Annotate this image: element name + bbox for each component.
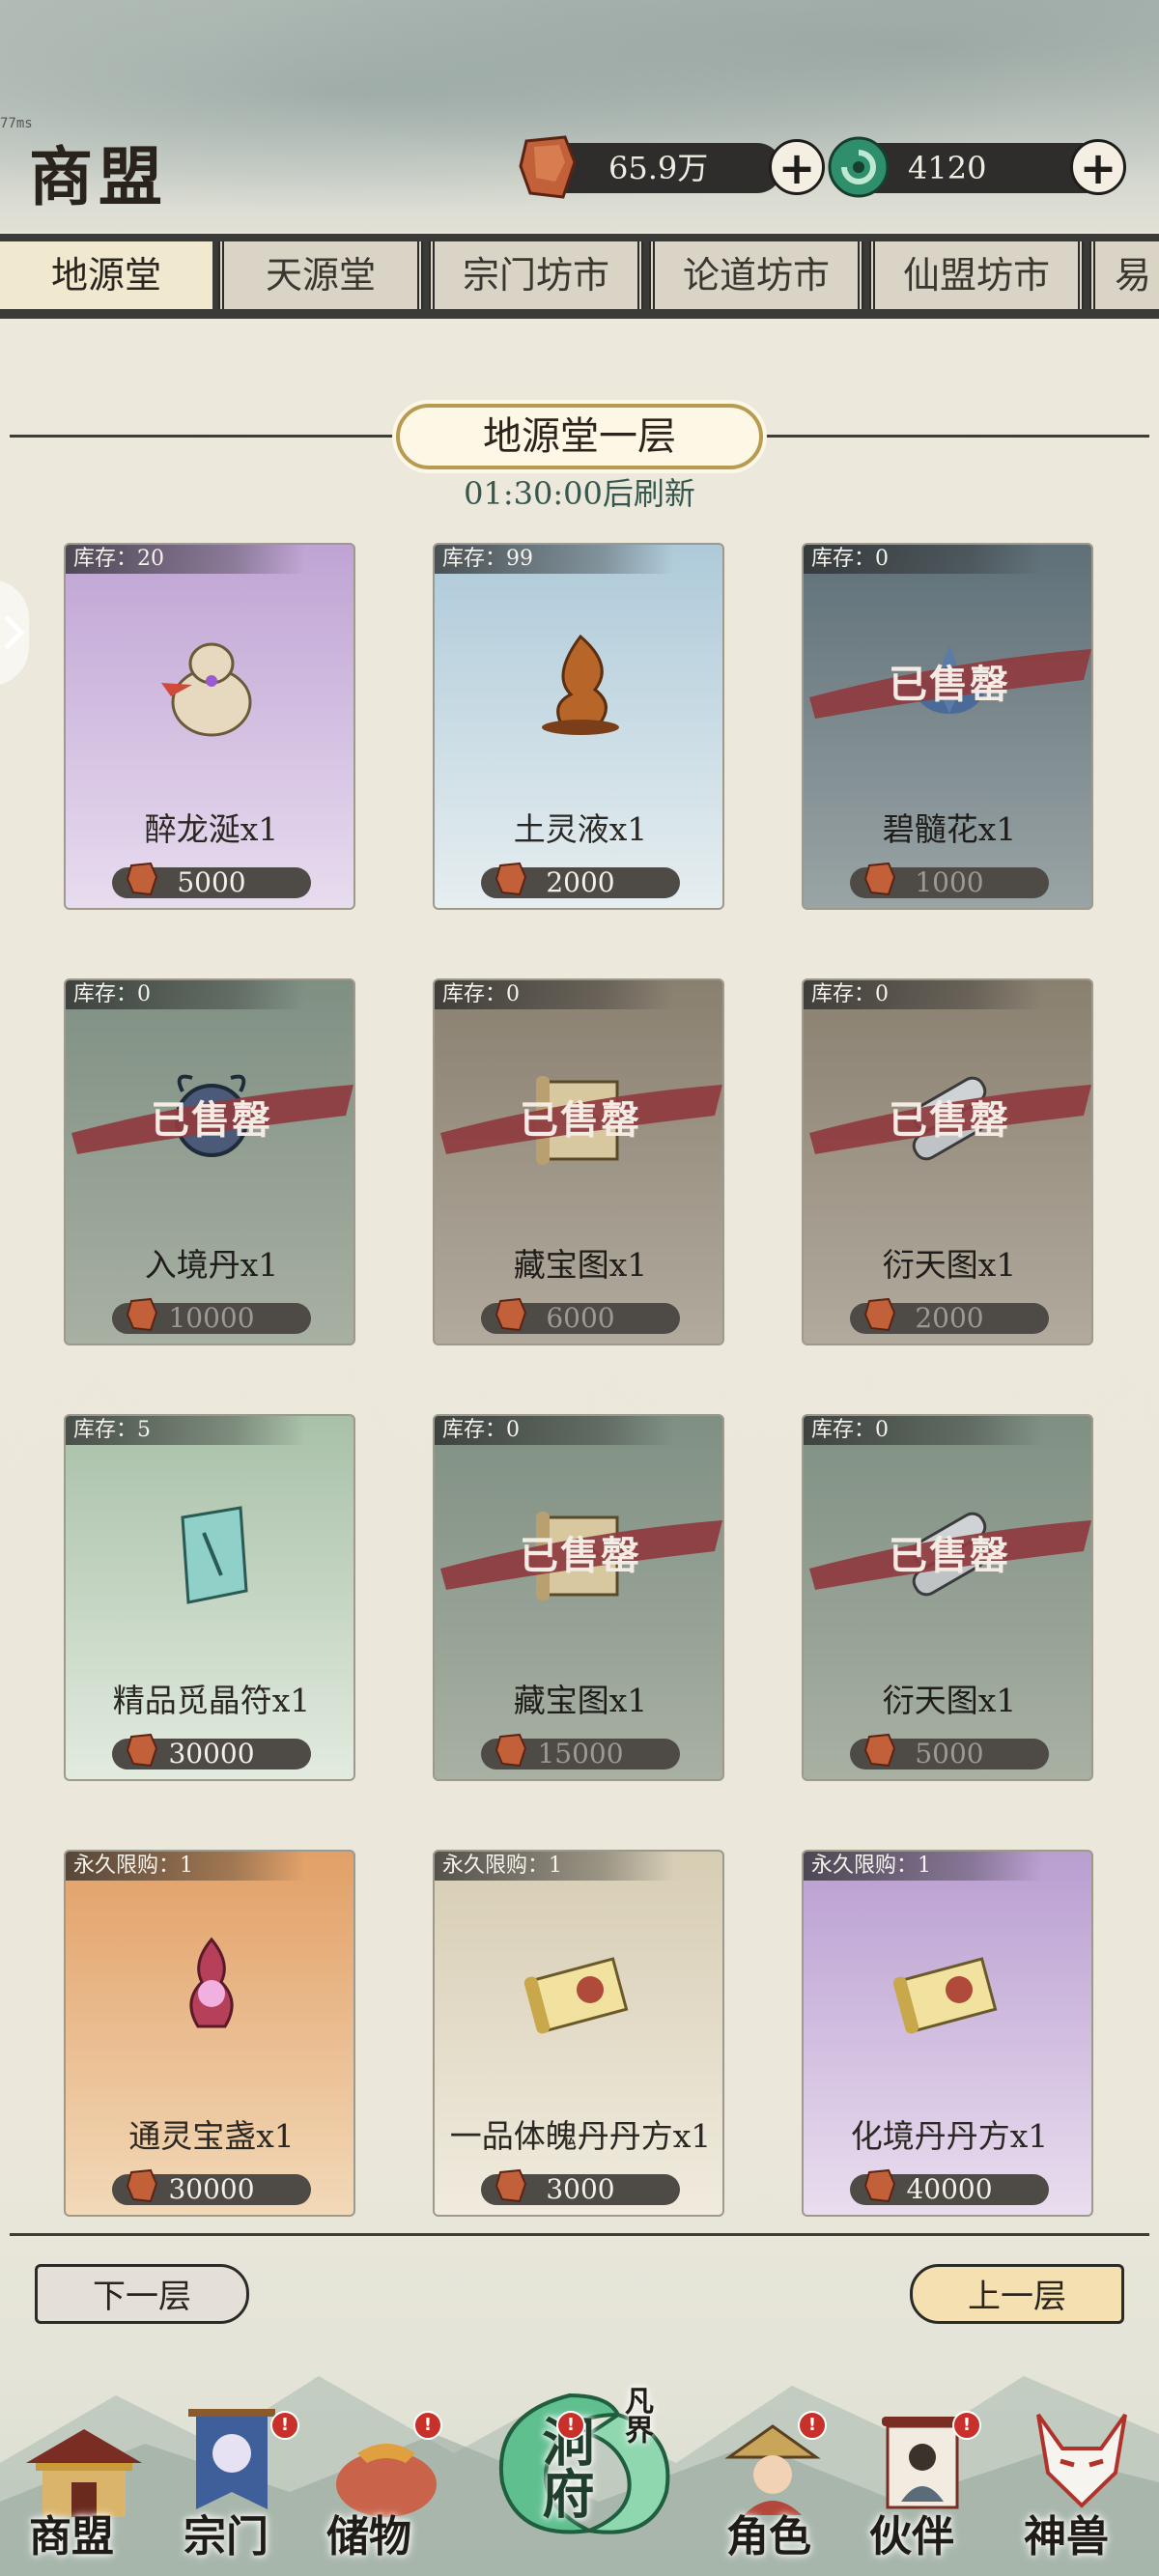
item-name: 衍天图x1: [882, 1246, 1017, 1284]
stock-label: 库存：0: [804, 1416, 1043, 1445]
stock-label: 库存：0: [435, 1416, 674, 1445]
recipe-scroll-icon: [892, 1957, 998, 2034]
spirit-stone-icon: [863, 1297, 896, 1332]
nav-label-zongmen[interactable]: 宗门: [184, 2502, 269, 2563]
gourd-icon: [161, 642, 252, 737]
item-name: 土灵液x1: [513, 810, 648, 848]
sold-out-label: 已售罄: [889, 1097, 1010, 1143]
next-floor-button[interactable]: 下一层: [35, 2264, 249, 2324]
sold-out-label: 已售罄: [151, 1097, 272, 1143]
shop-item-card[interactable]: 库存：99 土灵液x1 2000: [433, 543, 724, 910]
spirit-stone-icon: [126, 1297, 158, 1332]
spirit-stone-icon: [126, 1733, 158, 1768]
item-name: 醉龙涎x1: [144, 810, 279, 848]
shop-item-card[interactable]: 库存：20 醉龙涎x1 5000: [64, 543, 355, 910]
shop-item-card[interactable]: 永久限购：1 通灵宝盏x1 30000: [64, 1850, 355, 2217]
spirit-stone-icon: [495, 1733, 527, 1768]
stock-label: 库存：0: [66, 980, 305, 1009]
spirit-stone-icon: [495, 2168, 527, 2203]
nav-label-fanjie[interactable]: 凡界: [614, 2386, 657, 2444]
spirit-stone-icon: [126, 2168, 158, 2203]
stock-label: 库存：0: [804, 980, 1043, 1009]
talisman-icon: [181, 1506, 248, 1604]
shop-item-card[interactable]: 库存：0 已售罄 碧髓花x1 1000: [802, 543, 1093, 910]
stock-label: 库存：5: [66, 1416, 305, 1445]
sold-out-label: 已售罄: [520, 1533, 641, 1578]
recipe-scroll-icon: [523, 1957, 629, 2034]
nav-label-huoban[interactable]: 伙伴: [869, 2502, 954, 2563]
item-name: 藏宝图x1: [513, 1682, 648, 1719]
shop-item-card[interactable]: 库存：0 已售罄 藏宝图x1 6000: [433, 978, 724, 1345]
item-name: 通灵宝盏x1: [128, 2117, 295, 2155]
item-name: 一品体魄丹丹方x1: [449, 2117, 712, 2155]
stock-label: 库存：0: [804, 545, 1043, 574]
stock-label: 永久限购：1: [66, 1852, 305, 1881]
stock-label: 库存：99: [435, 545, 674, 574]
item-name: 入境丹x1: [144, 1246, 279, 1284]
spirit-stone-icon: [495, 862, 527, 896]
stock-label: 库存：20: [66, 545, 305, 574]
shop-item-card[interactable]: 永久限购：1 一品体魄丹丹方x1 3000: [433, 1850, 724, 2217]
shop-item-card[interactable]: 库存：0 已售罄 衍天图x1 5000: [802, 1414, 1093, 1781]
shop-item-card[interactable]: 永久限购：1 化境丹丹方x1 40000: [802, 1850, 1093, 2217]
stock-label: 库存：0: [435, 980, 674, 1009]
lantern-icon: [189, 1937, 234, 2028]
item-grid: 库存：20 醉龙涎x1 5000 库存：99 土灵液x1 2000 库存：0 已售罄 碧髓花x1…: [0, 0, 1159, 2318]
notification-badge: !: [952, 2411, 981, 2440]
sold-out-label: 已售罄: [889, 1533, 1010, 1578]
notification-badge: !: [556, 2411, 585, 2440]
stock-label: 永久限购：1: [804, 1852, 1043, 1881]
spirit-stone-icon: [863, 2168, 896, 2203]
fox-mask-icon[interactable]: [1024, 2405, 1140, 2511]
notification-badge: !: [798, 2411, 827, 2440]
spirit-stone-icon: [863, 1733, 896, 1768]
nav-label-shenshou[interactable]: 神兽: [1024, 2502, 1109, 2563]
nav-label-chuwu[interactable]: 储物: [326, 2502, 411, 2563]
shop-item-card[interactable]: 库存：5 精品觅晶符x1 30000: [64, 1414, 355, 1781]
flame-icon: [542, 634, 619, 735]
nav-label-juese[interactable]: 角色: [726, 2502, 811, 2563]
spirit-stone-icon: [863, 862, 896, 896]
spirit-stone-icon: [495, 1297, 527, 1332]
shop-item-card[interactable]: 库存：0 已售罄 藏宝图x1 15000: [433, 1414, 724, 1781]
notification-badge: !: [413, 2411, 442, 2440]
shop-item-card[interactable]: 库存：0 已售罄 衍天图x1 2000: [802, 978, 1093, 1345]
item-name: 藏宝图x1: [513, 1246, 648, 1284]
sold-out-label: 已售罄: [520, 1097, 641, 1143]
item-name: 衍天图x1: [882, 1682, 1017, 1719]
item-name: 碧髓花x1: [882, 810, 1017, 848]
divider-bottom: [10, 2233, 1149, 2236]
sold-out-label: 已售罄: [889, 662, 1010, 707]
item-name: 精品觅晶符x1: [112, 1682, 311, 1719]
nav-label-shangmeng[interactable]: 商盟: [29, 2502, 114, 2563]
shop-item-card[interactable]: 库存：0 已售罄 入境丹x1 10000: [64, 978, 355, 1345]
notification-badge: !: [270, 2411, 299, 2440]
previous-floor-button[interactable]: 上一层: [910, 2264, 1124, 2324]
item-name: 化境丹丹方x1: [850, 2117, 1049, 2155]
stock-label: 永久限购：1: [435, 1852, 674, 1881]
spirit-stone-icon: [126, 862, 158, 896]
